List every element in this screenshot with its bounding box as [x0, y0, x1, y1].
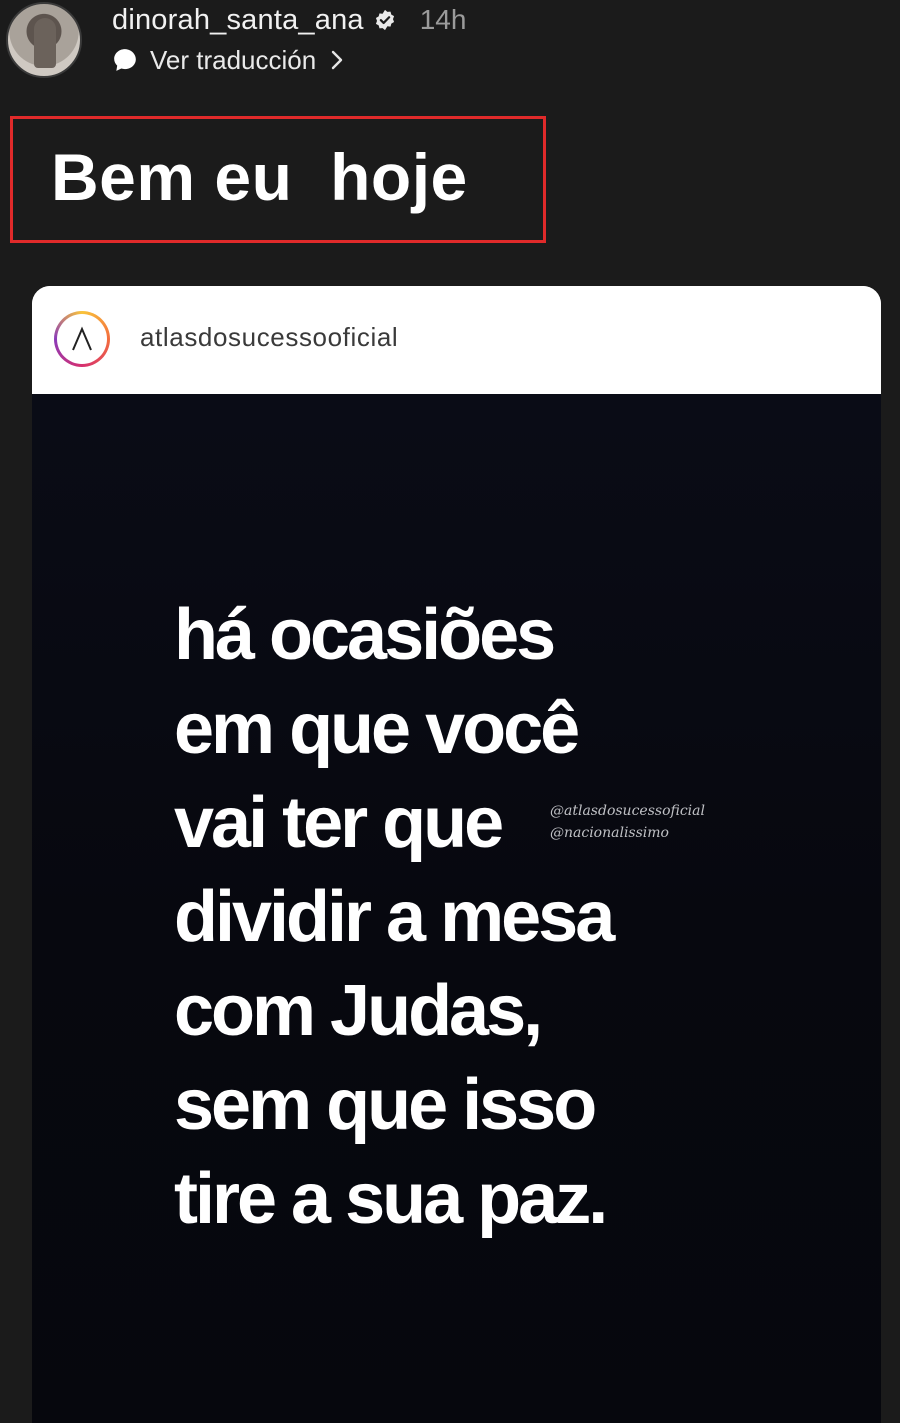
quote-line: sem que isso [174, 1065, 597, 1145]
quote-line: dividir a mesa [174, 877, 615, 957]
post-time: 14h [419, 4, 467, 35]
post-avatar-inner [57, 314, 107, 364]
watermark-line: @nacionalissimo [550, 825, 669, 841]
quote-line: com Judas, [174, 971, 543, 1051]
username[interactable]: dinorah_santa_ana [112, 4, 364, 37]
story-header: dinorah_santa_ana 14h Ver traducción [0, 0, 900, 90]
chevron-right-icon [332, 50, 343, 70]
verified-badge-icon [375, 9, 394, 31]
shared-post-card[interactable]: atlasdosucessooficial há ocasiões em que… [32, 286, 881, 1423]
quote-line: vai ter que [174, 783, 504, 863]
post-header: atlasdosucessooficial [32, 286, 881, 394]
quote-line: tire a sua paz. [174, 1159, 608, 1239]
story-caption: Bem eu hoje [51, 140, 468, 214]
lambda-logo-icon [72, 326, 92, 351]
see-translation-label: Ver traducción [150, 44, 317, 75]
quote-text: há ocasiões em que você vai ter que divi… [174, 588, 615, 1246]
story-screen: dinorah_santa_ana 14h Ver traducción Bem… [0, 0, 900, 1423]
watermark: @atlasdosucessoficial @nacionalissimo [550, 800, 705, 844]
see-translation-link[interactable]: Ver traducción [112, 42, 346, 78]
avatar-figure [34, 18, 56, 68]
caption-highlight: Bem eu hoje [10, 116, 546, 243]
watermark-line: @atlasdosucessoficial [550, 803, 705, 819]
chat-bubble-icon [114, 49, 136, 71]
quote-line: há ocasiões [174, 595, 556, 675]
avatar[interactable] [6, 2, 82, 78]
post-avatar[interactable] [54, 311, 110, 367]
post-account-name[interactable]: atlasdosucessooficial [140, 322, 398, 353]
post-image: há ocasiões em que você vai ter que divi… [32, 394, 881, 1423]
username-row: dinorah_santa_ana 14h [112, 0, 466, 40]
quote-line: em que você [174, 689, 580, 769]
